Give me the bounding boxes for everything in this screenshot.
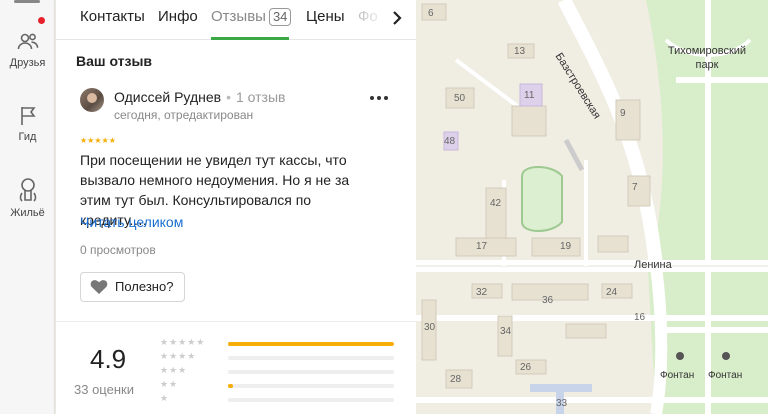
rating-count: 33 оценки [74,382,134,397]
rating-row-track [228,384,394,388]
rating-value: 4.9 [90,344,127,374]
tabs-next-button[interactable] [386,7,408,29]
house-number: 36 [542,295,554,306]
heart-icon [90,280,108,294]
house-number: 6 [428,8,434,19]
rating-row-track [228,370,394,374]
avatar[interactable] [80,88,104,112]
fountain-label: Фонтан [660,370,695,381]
rating-row-stars: ★ [160,393,170,403]
street-label: Ленина [634,259,672,271]
house-number: 34 [500,326,512,337]
tab-contacts[interactable]: Контакты [80,8,145,25]
house-number: 17 [476,241,488,252]
park-label: Тихомировский парк [667,45,747,71]
house-number: 32 [476,287,488,298]
rating-row-stars: ★★★★★ [160,337,206,347]
tab-bar: Контакты Инфо Отзывы34 Цены Фо [56,0,416,40]
rating-row-track [228,342,394,346]
fountain-label: Фонтан [708,370,743,381]
rail-label-housing: Жильё [10,207,45,219]
section-title: Ваш отзыв [76,53,153,69]
more-dots-icon [370,96,388,100]
chevron-right-icon [393,11,402,25]
useful-label: Полезно? [115,279,174,294]
house-number: 11 [524,90,535,101]
author-name[interactable]: Одиссей Руднев [114,89,221,105]
house-number: 26 [520,362,532,373]
rating-row-track [228,356,394,360]
rating-row-stars: ★★★ [160,365,188,375]
review-author-line: Одиссей Руднев • 1 отзыв [114,89,285,105]
tab-info[interactable]: Инфо [158,8,198,25]
more-options-button[interactable] [368,88,390,111]
read-more-link[interactable]: Читать целиком [80,214,183,230]
useful-button[interactable]: Полезно? [80,272,185,302]
rating-row-fill [228,342,394,346]
rail-label-friends: Друзья [9,57,46,69]
rating-row-stars: ★★★★ [160,351,197,361]
rating-row-stars: ★★ [160,379,179,389]
rail-item-friends[interactable]: Друзья [0,30,55,69]
reviews-count-badge: 34 [268,8,292,26]
house-number: 30 [424,322,436,333]
rating-row-track [228,398,394,402]
rating-row-fill [228,384,233,388]
rail-top-handle [14,0,40,3]
house-number: 42 [490,198,502,209]
organization-panel: Контакты Инфо Отзывы34 Цены Фо Ваш отзыв… [56,0,416,414]
review-stars: ★★★★★ [80,136,116,145]
left-rail: Друзья Гид Жильё [0,0,55,414]
housing-icon [19,178,36,202]
rail-label-guide: Гид [18,131,37,143]
house-number: 7 [632,182,638,193]
author-review-count: 1 отзыв [235,89,286,105]
house-number: 19 [560,241,572,252]
active-tab-indicator [211,37,289,40]
tab-prices[interactable]: Цены [306,8,345,25]
house-number: 28 [450,374,462,385]
house-number: 50 [454,93,466,104]
map[interactable]: 6 13 11 50 48 42 17 19 32 36 34 30 28 26… [416,0,768,414]
house-number: 33 [556,398,568,409]
guide-flag-icon [20,107,36,125]
friends-icon [17,33,38,50]
review-views: 0 просмотров [80,243,156,257]
house-number: 9 [620,108,626,119]
rail-item-housing[interactable]: Жильё [0,176,55,219]
notification-dot [38,17,45,24]
house-number: 16 [634,312,646,323]
section-divider [56,321,416,322]
house-number: 48 [444,136,456,147]
tab-reviews-label: Отзывы [211,8,266,25]
rail-item-guide[interactable]: Гид [0,104,55,143]
tab-reviews[interactable]: Отзывы 34 [211,8,292,26]
house-number: 13 [514,46,526,57]
house-number: 24 [606,287,618,298]
author-separator: • [226,89,231,105]
review-date: сегодня, отредактирован [114,108,254,122]
